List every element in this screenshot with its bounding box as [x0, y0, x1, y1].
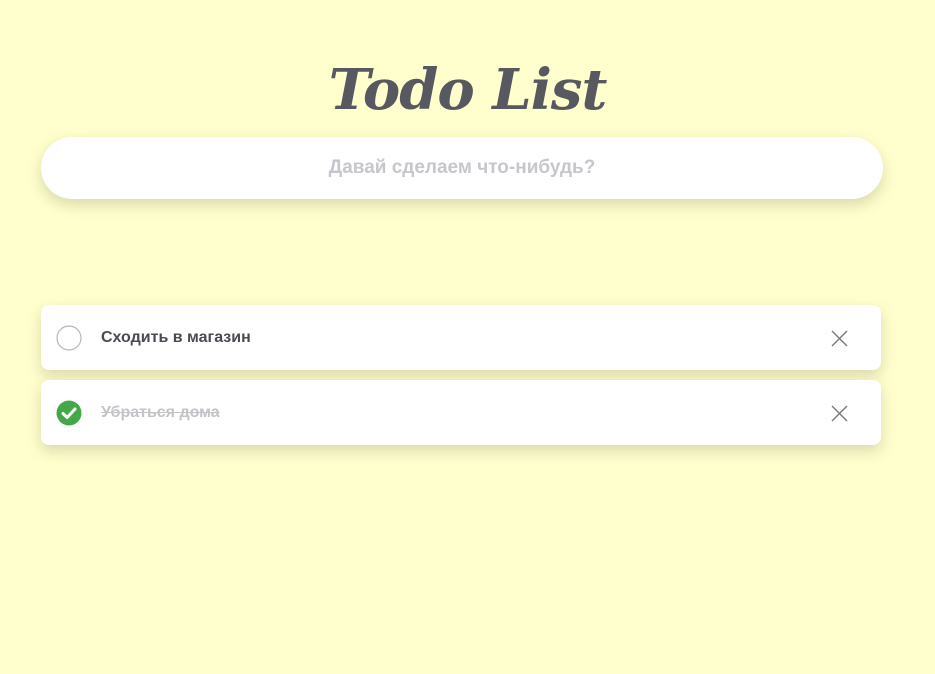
new-task-field — [41, 137, 883, 199]
check-circle-icon[interactable] — [56, 400, 82, 426]
todo-item-completed: Убраться дома — [41, 380, 881, 445]
delete-icon[interactable] — [830, 329, 849, 348]
todo-item: Сходить в магазин — [41, 305, 881, 370]
todo-label: Убраться дома — [101, 404, 220, 421]
todo-list: Сходить в магазин Убраться дома — [41, 305, 881, 455]
new-task-input[interactable] — [41, 137, 883, 199]
empty-circle-icon[interactable] — [56, 325, 82, 351]
app-title: Todo List — [328, 56, 608, 123]
todo-label: Сходить в магазин — [101, 329, 251, 346]
delete-icon[interactable] — [830, 404, 849, 423]
